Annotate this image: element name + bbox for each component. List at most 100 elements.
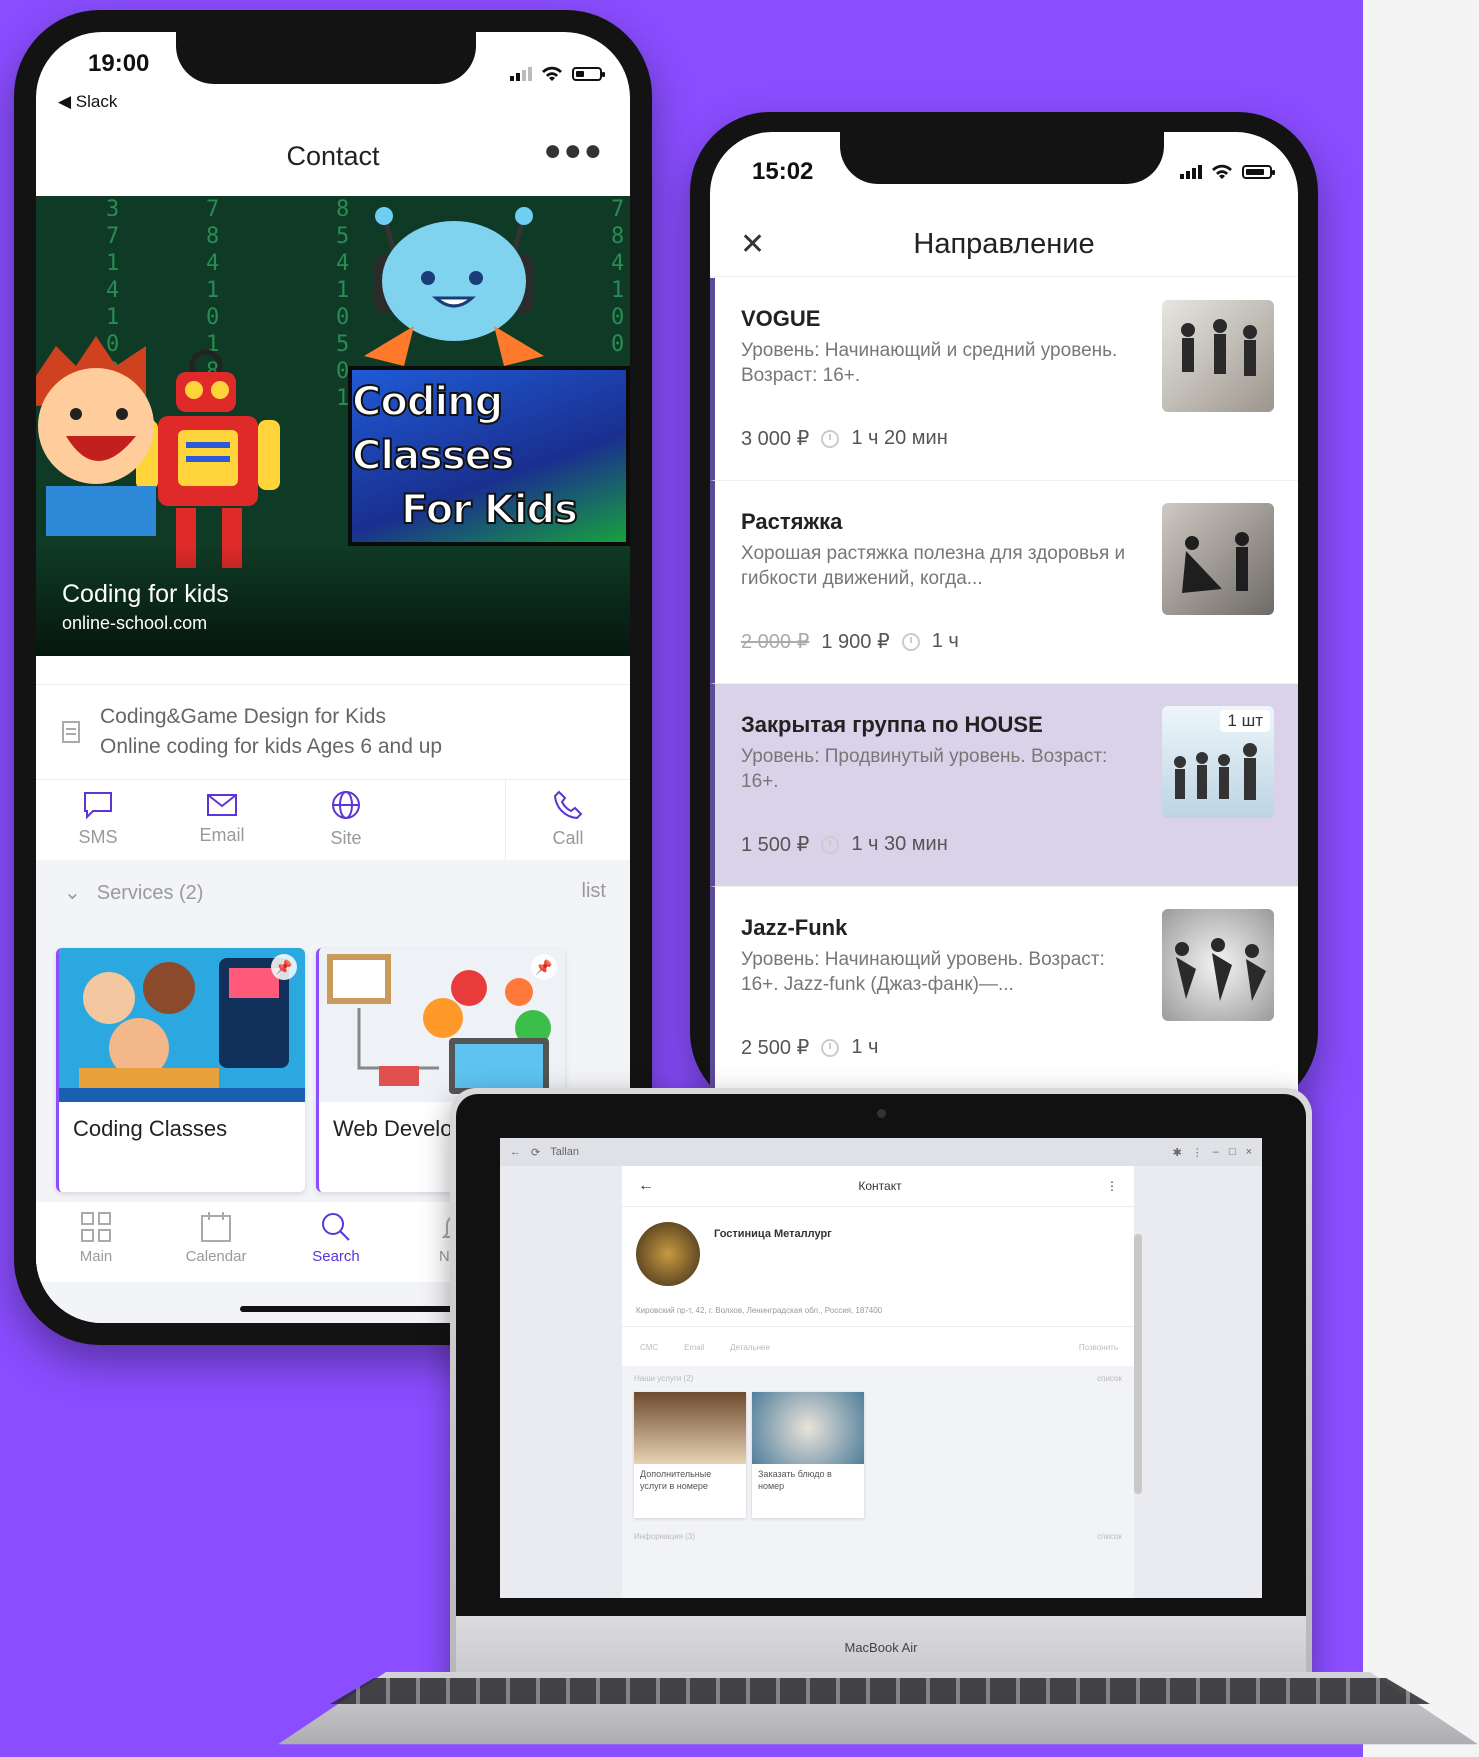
list-item[interactable]: VOGUE Уровень: Начинающий и средний уров…	[710, 278, 1298, 481]
app-title: Контакт	[858, 1179, 902, 1193]
signal-icon	[1180, 165, 1202, 179]
list-item-selected[interactable]: Закрытая группа по HOUSE Уровень: Продви…	[710, 684, 1298, 887]
menu-icon[interactable]: ⋮	[1106, 1179, 1118, 1193]
item-meta: 2 500 ₽ 1 ч	[741, 1035, 878, 1060]
globe-icon	[332, 790, 360, 819]
tab-calendar[interactable]: Calendar	[156, 1202, 276, 1282]
item-title: Растяжка	[741, 509, 843, 534]
window-title: Tallan	[550, 1146, 579, 1158]
clock-icon	[821, 429, 840, 448]
grid-icon	[81, 1212, 111, 1242]
services-title: Наши услуги (2)	[634, 1374, 694, 1383]
item-description: Уровень: Продвинутый уровень. Возраст: 1…	[741, 746, 1108, 792]
web-dev-illustration	[327, 954, 551, 1094]
services-title: Services (2)	[96, 882, 204, 904]
item-description: Уровень: Начинающий уровень. Возраст: 16…	[741, 949, 1105, 995]
item-meta: 3 000 ₽ 1 ч 20 мин	[741, 426, 948, 451]
service-card-label: Заказать блюдо в номер	[758, 1469, 832, 1491]
sms-button[interactable]: SMS	[36, 778, 160, 860]
close-icon[interactable]: ✕	[740, 227, 765, 262]
refresh-icon[interactable]: ⟳	[531, 1146, 540, 1159]
sms-label: SMS	[78, 826, 118, 847]
item-title: VOGUE	[741, 306, 821, 331]
jazz-funk-photo	[1175, 938, 1266, 1001]
quantity-badge: 1 шт	[1220, 710, 1270, 732]
page-title: Contact	[286, 140, 380, 171]
sms-button[interactable]: СМС	[640, 1343, 658, 1352]
hero-subtitle: online-school.com	[62, 613, 208, 633]
services-list-link[interactable]: list	[582, 880, 606, 905]
service-card[interactable]: Заказать блюдо в номер	[752, 1392, 864, 1518]
item-meta: 2 000 ₽ 1 900 ₽ 1 ч	[741, 629, 959, 654]
room-service-photo	[634, 1392, 746, 1464]
services-section: Наши услуги (2) список Дополнительные ус…	[622, 1366, 1134, 1598]
item-price: 2 500 ₽	[741, 1037, 810, 1059]
pin-icon[interactable]: 📌	[531, 954, 557, 980]
service-card[interactable]: Дополнительные услуги в номере	[634, 1392, 746, 1518]
scrollbar[interactable]	[1134, 1234, 1142, 1494]
phone-directions: 15:02 ✕ Направление VOGUE Уровень: Начин…	[690, 112, 1318, 1112]
tab-search[interactable]: Search	[276, 1202, 396, 1282]
contact-line2: Online coding for kids Ages 6 and up	[100, 735, 443, 758]
phone-directions-screen: 15:02 ✕ Направление VOGUE Уровень: Начин…	[710, 132, 1298, 1112]
camera-icon	[877, 1109, 886, 1118]
menu-icon[interactable]: ⋮	[1192, 1146, 1203, 1159]
item-price: 1 500 ₽	[741, 834, 810, 856]
item-thumbnail	[1162, 300, 1274, 412]
stretching-photo	[1182, 532, 1249, 593]
laptop: ← ⟳ Tallan ✱ ⋮ – □ × ← Контакт ⋮ Гостини…	[450, 1088, 1312, 1678]
contact-address: Кировский пр-т, 42, г. Волхов, Ленинград…	[636, 1306, 883, 1315]
services-list-link[interactable]: список	[1097, 1374, 1122, 1383]
list-item[interactable]: Jazz-Funk Уровень: Начинающий уровень. В…	[710, 887, 1298, 1090]
back-arrow-icon[interactable]: ←	[638, 1177, 654, 1195]
item-price: 1 900 ₽	[821, 631, 890, 653]
signal-icon	[510, 67, 532, 81]
item-duration: 1 ч 20 мин	[851, 427, 948, 449]
details-button[interactable]: Детальнее	[730, 1343, 770, 1352]
site-label: Site	[330, 827, 362, 848]
maximize-icon[interactable]: □	[1229, 1146, 1236, 1158]
call-button[interactable]: Call	[505, 778, 630, 860]
site-button[interactable]: Site	[284, 778, 408, 860]
wifi-icon	[1212, 164, 1232, 179]
services-header: Наши услуги (2) список	[622, 1366, 1134, 1391]
status-icons	[510, 66, 605, 82]
keyboard	[330, 1678, 1430, 1704]
phone-notch	[176, 32, 476, 84]
pin-icon[interactable]: ✱	[1173, 1146, 1182, 1159]
avatar	[636, 1222, 700, 1286]
item-thumbnail	[1162, 909, 1274, 1021]
list-item[interactable]: Растяжка Хорошая растяжка полезна для зд…	[710, 481, 1298, 684]
close-icon[interactable]: ×	[1246, 1146, 1252, 1158]
back-to-app-link[interactable]: ◀ Slack	[58, 92, 117, 112]
email-button[interactable]: Email	[684, 1343, 704, 1352]
page-title: Направление	[913, 227, 1095, 260]
email-label: Email	[199, 824, 245, 845]
minimize-icon[interactable]: –	[1213, 1146, 1219, 1158]
call-label: Call	[552, 827, 584, 848]
pin-icon[interactable]: 📌	[271, 954, 297, 980]
call-button[interactable]: Позвонить	[1079, 1343, 1118, 1352]
food-photo	[752, 1392, 864, 1464]
status-time: 19:00	[88, 50, 150, 77]
status-icons	[1180, 164, 1275, 180]
app-header: ← Контакт ⋮	[622, 1166, 1134, 1207]
item-thumbnail: 1 шт	[1162, 706, 1274, 818]
window-titlebar: ← ⟳ Tallan ✱ ⋮ – □ ×	[500, 1138, 1262, 1166]
tab-main[interactable]: Main	[36, 1202, 156, 1282]
back-arrow-icon[interactable]: ←	[510, 1146, 521, 1158]
item-price: 3 000 ₽	[741, 428, 810, 450]
service-card[interactable]: 📌 Coding Classes	[56, 948, 305, 1192]
clock-icon	[821, 835, 840, 854]
contact-actions: СМС Email Детальнее Позвонить	[622, 1326, 1134, 1368]
email-button[interactable]: Email	[160, 778, 284, 860]
laptop-screen: ← ⟳ Tallan ✱ ⋮ – □ × ← Контакт ⋮ Гостини…	[500, 1138, 1262, 1598]
clock-icon	[821, 1038, 840, 1057]
dancers-photo	[1181, 319, 1257, 376]
service-card-image: 📌	[319, 948, 565, 1102]
phone-icon	[553, 790, 583, 819]
ellipsis-icon[interactable]: ●●●	[544, 134, 604, 168]
info-list-link[interactable]: список	[1097, 1532, 1122, 1541]
phone-notch	[840, 132, 1164, 184]
services-toggle[interactable]: ⌄ Services (2)	[64, 880, 203, 905]
